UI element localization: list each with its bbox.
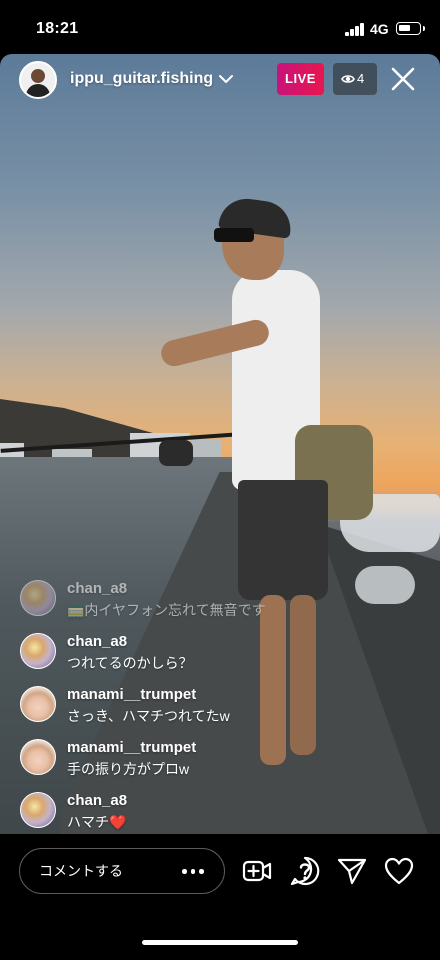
commenter-name[interactable]: manami__trumpet: [67, 686, 196, 703]
chevron-down-icon[interactable]: [218, 71, 234, 87]
viewer-count-badge[interactable]: 4: [333, 63, 377, 95]
commenter-name[interactable]: chan_a8: [67, 633, 127, 650]
add-video-icon[interactable]: [241, 855, 273, 887]
question-icon[interactable]: [289, 855, 321, 887]
commenter-avatar[interactable]: [20, 686, 56, 722]
comment-item[interactable]: manami__trumpet さっき、ハマチつれてたw: [18, 683, 418, 736]
commenter-avatar[interactable]: [20, 739, 56, 775]
close-icon[interactable]: [390, 66, 416, 92]
eye-icon: [341, 75, 355, 83]
heart-icon[interactable]: [383, 855, 415, 887]
comment-text: ハマチ❤️: [67, 814, 127, 830]
comment-list: chan_a8 🚃内イヤフォン忘れて無音です chan_a8 つれてるのかしら？…: [18, 577, 418, 842]
live-badge: LIVE: [277, 63, 324, 95]
viewer-count: 4: [357, 71, 365, 86]
host-username[interactable]: ippu_guitar.fishing: [70, 70, 213, 88]
comment-item[interactable]: chan_a8 つれてるのかしら？: [18, 630, 418, 683]
host-avatar[interactable]: [19, 61, 57, 99]
commenter-avatar[interactable]: [20, 633, 56, 669]
status-time: 18:21: [36, 20, 79, 37]
comment-item[interactable]: manami__trumpet 手の振り方がプロw: [18, 736, 418, 789]
comment-text: 手の振り方がプロw: [67, 761, 190, 777]
commenter-name[interactable]: chan_a8: [67, 580, 127, 597]
comment-text: さっき、ハマチつれてたw: [67, 708, 230, 724]
commenter-avatar[interactable]: [20, 580, 56, 616]
send-icon[interactable]: [336, 855, 368, 887]
home-indicator[interactable]: [142, 940, 298, 945]
network-type: 4G: [370, 21, 389, 37]
commenter-name[interactable]: manami__trumpet: [67, 739, 196, 756]
more-icon[interactable]: [182, 869, 204, 874]
signal-icon: [345, 23, 365, 36]
comment-text: 🚃内イヤフォン忘れて無音です: [67, 602, 266, 618]
commenter-avatar[interactable]: [20, 792, 56, 828]
battery-icon: [396, 22, 425, 35]
comment-placeholder: コメントする: [39, 863, 123, 879]
comment-input[interactable]: コメントする: [19, 848, 225, 894]
status-bar: 18:21 4G: [0, 0, 440, 56]
commenter-name[interactable]: chan_a8: [67, 792, 127, 809]
comment-item[interactable]: chan_a8 🚃内イヤフォン忘れて無音です: [18, 577, 418, 630]
comment-text: つれてるのかしら？: [67, 655, 193, 671]
